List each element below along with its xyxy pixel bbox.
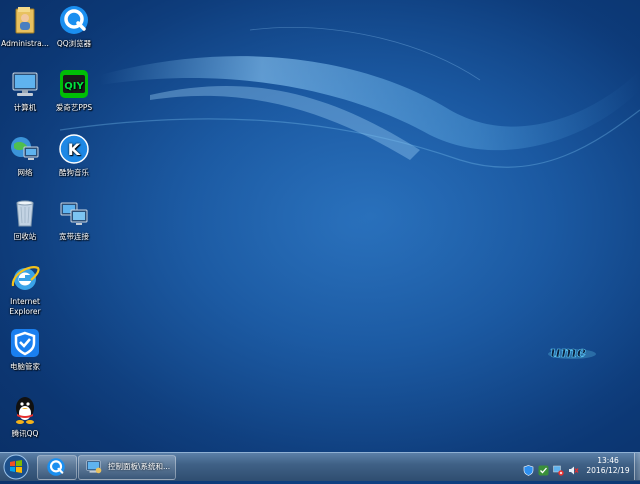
kugou-icon: K [58,133,90,165]
security-check-icon[interactable] [538,461,549,476]
system-clock[interactable]: 13:46 2016/12/19 [585,456,631,476]
broadband-icon [58,197,90,229]
computer-icon [9,68,41,100]
desktop-icon-iqiyi[interactable]: QIY 爱奇艺PPS [48,68,100,113]
desktop-icon-label: 电脑管家 [10,362,40,371]
taskbar-pinned-qq-browser[interactable] [37,455,77,480]
taskbar-window-control-panel[interactable]: 控制面板\系统和... [78,455,176,480]
iqiyi-icon: QIY [58,68,90,100]
desktop-icon-label: 网络 [17,168,33,177]
clock-date: 2016/12/19 [586,466,630,475]
desktop-icon-label: 爱奇艺PPS [55,103,93,112]
qq-browser-icon [47,458,65,476]
qq-browser-icon [58,4,90,36]
taskbar-window-label: 控制面板\系统和... [108,462,171,471]
windows-start-icon [3,454,29,480]
desktop-icon-label: 酷狗音乐 [59,168,89,177]
desktop-icon-label: 宽带连接 [59,232,89,241]
internet-explorer-icon [9,262,41,294]
desktop-icon-internet-explorer[interactable]: Internet Explorer [0,262,51,317]
desktop-icon-broadband[interactable]: 宽带连接 [48,197,100,242]
desktop-icon-qq-browser[interactable]: QQ浏览器 [48,4,100,49]
desktop-icon-kugou[interactable]: K 酷狗音乐 [48,133,100,178]
clock-time: 13:46 [597,456,619,465]
desktop-icon-recycle-bin[interactable]: 回收站 [0,197,51,242]
desktop-icon-label: 计算机 [13,103,37,112]
start-button[interactable] [2,454,30,480]
svg-text:K: K [68,140,81,159]
user-folder-icon [9,4,41,36]
desktop-icon-label: 腾讯QQ [11,429,39,438]
desktop-icon-label: QQ浏览器 [56,39,92,48]
svg-text:QIY: QIY [64,81,84,92]
desktop-icon-label: Administra... [1,39,49,48]
show-desktop-button[interactable] [634,453,640,480]
desktop-icon-network[interactable]: 网络 [0,133,51,178]
volume-muted-icon[interactable] [568,461,579,475]
pc-manager-icon [9,327,41,359]
svg-text:ume: ume [550,343,586,361]
desktop-icon-label: Internet Explorer [9,297,41,316]
network-icon [9,133,41,165]
recycle-bin-icon [9,197,41,229]
desktop-icon-label: 回收站 [13,232,37,241]
ume-logo: ume [544,340,600,364]
qq-penguin-icon [9,394,41,426]
shield-tray-icon[interactable] [523,461,534,476]
desktop-icon-computer[interactable]: 计算机 [0,68,51,113]
network-warning-icon[interactable] [553,461,564,476]
desktop-icon-administrator[interactable]: Administra... [0,4,51,49]
desktop-icon-tencent-qq[interactable]: 腾讯QQ [0,394,51,439]
control-panel-icon [86,460,102,474]
desktop-icon-pc-manager[interactable]: 电脑管家 [0,327,51,372]
